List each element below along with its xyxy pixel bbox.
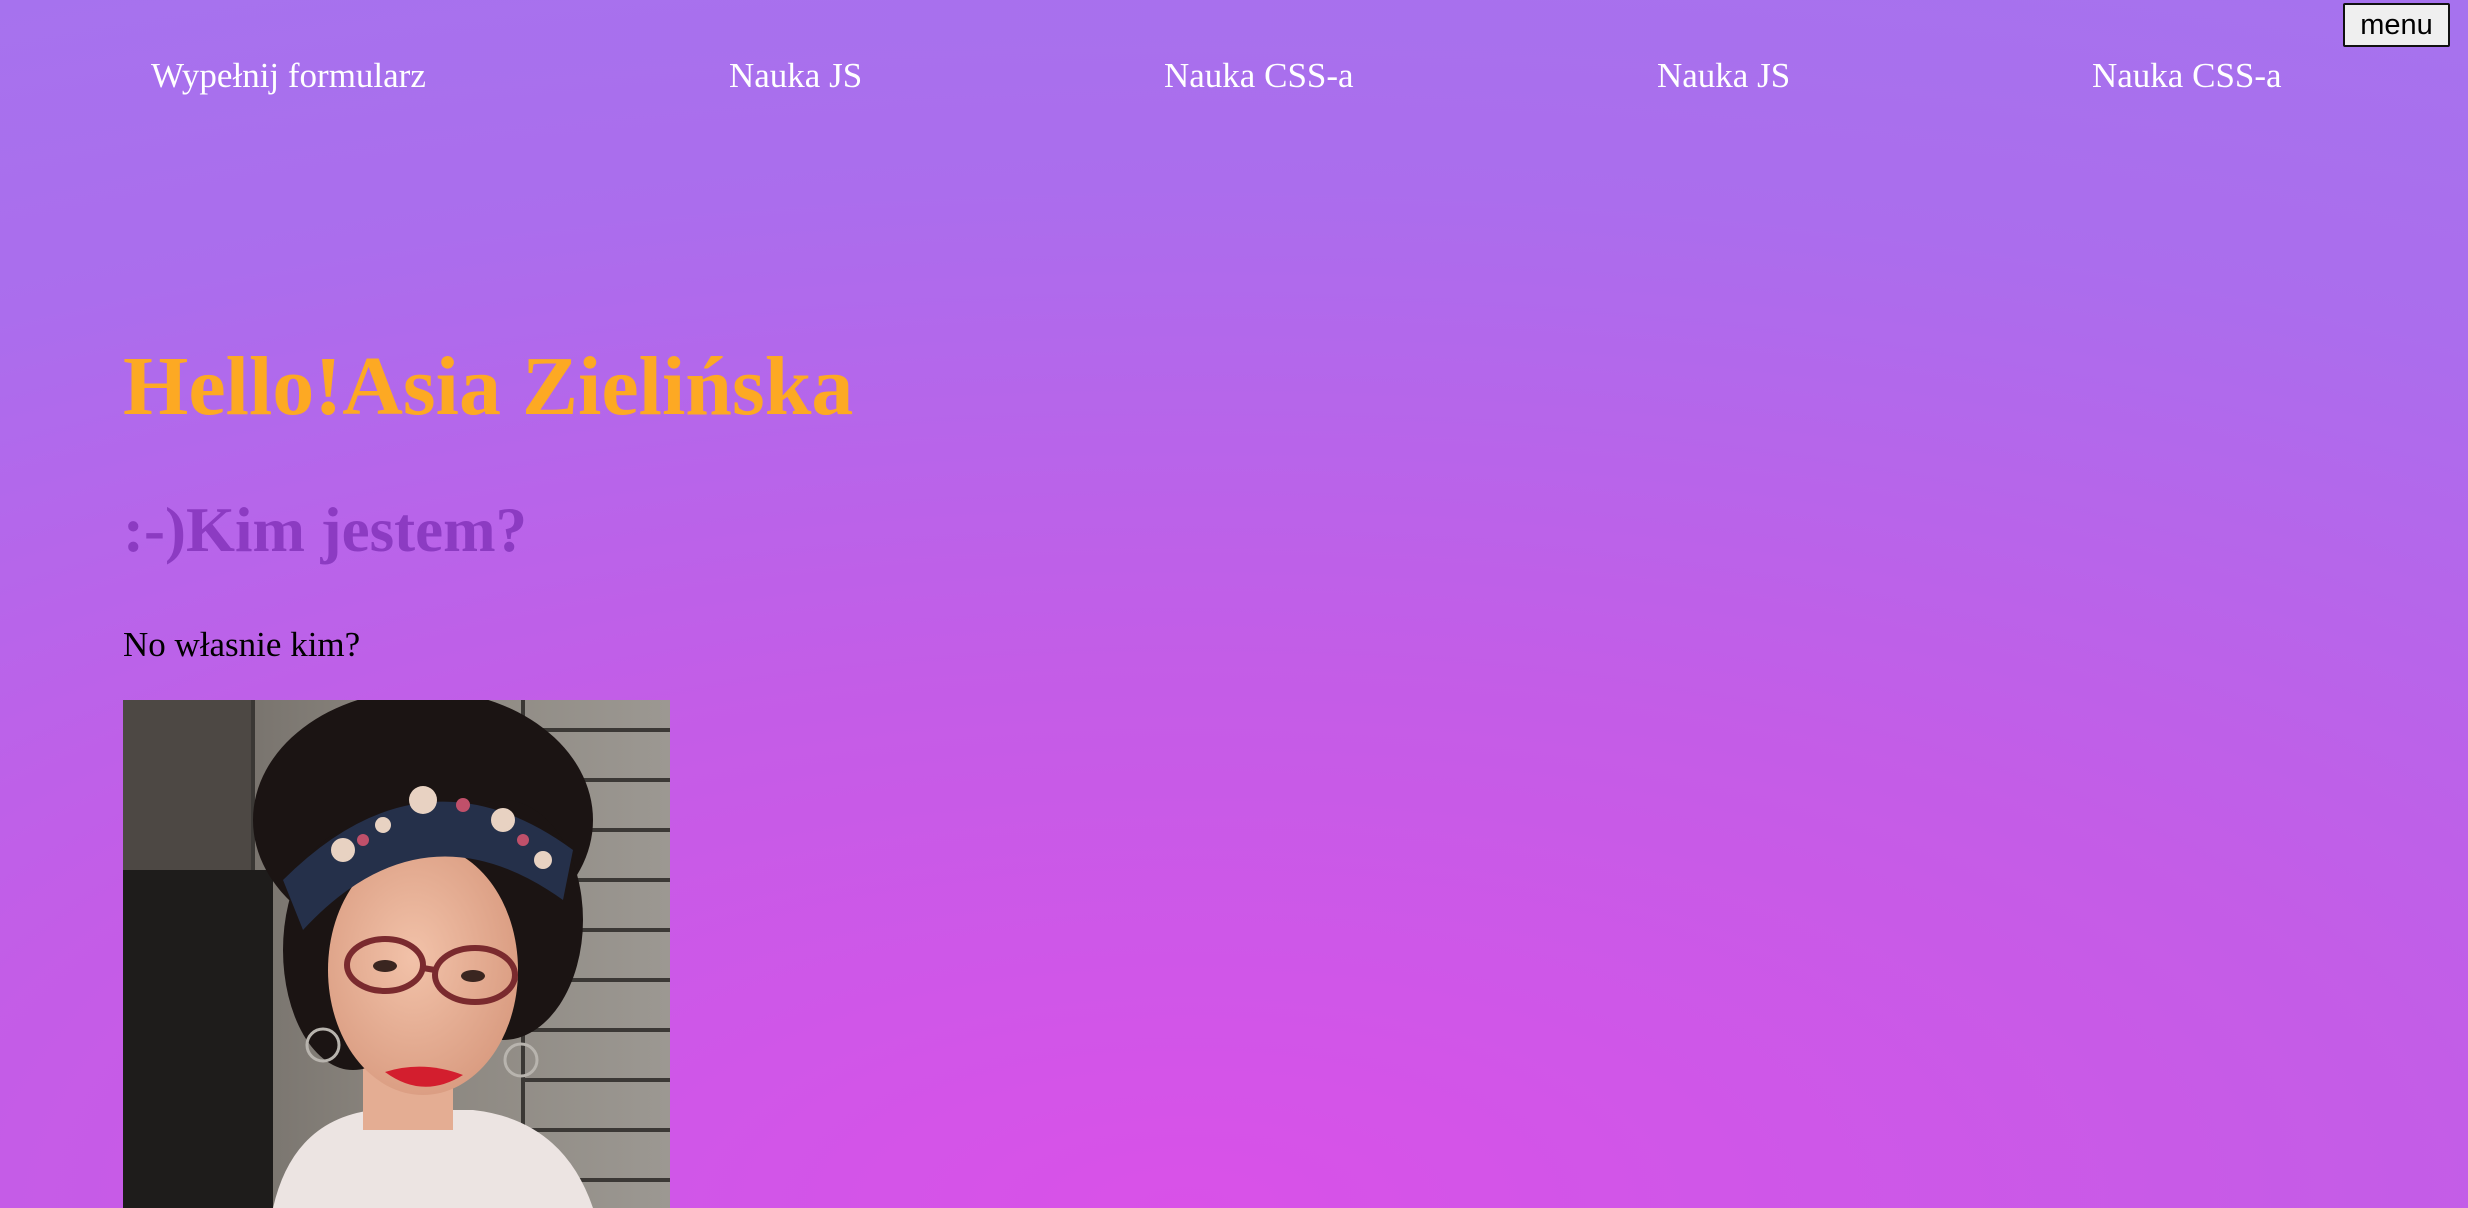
- main-navigation: Wypełnij formularz Nauka JS Nauka CSS-a …: [0, 50, 2468, 102]
- profile-photo: [123, 700, 670, 1208]
- nav-link-fill-form[interactable]: Wypełnij formularz: [151, 50, 426, 102]
- nav-link-learn-js-2[interactable]: Nauka JS: [1657, 50, 1790, 102]
- nav-link-learn-css[interactable]: Nauka CSS-a: [1164, 50, 1354, 102]
- menu-button[interactable]: menu: [2343, 3, 2450, 47]
- about-heading: :-)Kim jestem?: [123, 495, 528, 565]
- about-text: No własnie kim?: [123, 625, 361, 664]
- page-title: Hello!Asia Zielińska: [123, 340, 854, 433]
- nav-link-learn-css-2[interactable]: Nauka CSS-a: [2092, 50, 2282, 102]
- nav-link-learn-js[interactable]: Nauka JS: [729, 50, 862, 102]
